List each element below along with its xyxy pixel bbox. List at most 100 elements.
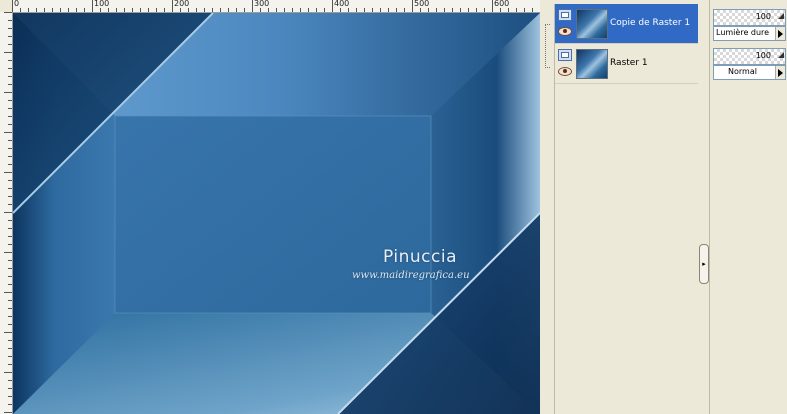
ruler-tick <box>196 8 197 12</box>
raster-layer-icon <box>558 49 572 61</box>
watermark-url: www.maidiregrafica.eu <box>352 270 470 281</box>
ruler-tick <box>8 156 12 157</box>
ruler-tick <box>380 8 381 12</box>
ruler-label: 600 <box>494 0 510 8</box>
ruler-tick <box>516 8 517 12</box>
ruler-tick <box>8 300 12 301</box>
ruler-label: 200 <box>174 0 190 8</box>
ruler-tick <box>4 292 12 293</box>
ruler-tick <box>428 8 429 12</box>
raster-layer-icon <box>558 9 572 21</box>
ruler-tick <box>300 8 301 12</box>
opacity-field-layer-1[interactable]: 100 <box>713 9 786 26</box>
ruler-tick <box>228 8 229 12</box>
ruler-tick <box>220 8 221 12</box>
ruler-tick <box>508 8 509 12</box>
ruler-tick <box>124 8 125 12</box>
layer-row-raster-1[interactable]: Raster 1 <box>555 44 698 84</box>
ruler-tick <box>308 8 309 12</box>
ruler-tick <box>524 8 525 12</box>
ruler-tick <box>8 68 12 69</box>
ruler-tick <box>372 8 373 12</box>
ruler-tick <box>396 8 397 12</box>
ruler-tick <box>8 36 12 37</box>
ruler-tick <box>4 252 12 253</box>
ruler-tick <box>164 8 165 12</box>
ruler-tick <box>452 8 453 12</box>
layer-row-copie-de-raster-1[interactable]: Copie de Raster 1 <box>555 4 698 44</box>
ruler-tick <box>4 412 12 413</box>
ruler-tick <box>108 8 109 12</box>
ruler-tick <box>8 388 12 389</box>
ruler-tick <box>268 8 269 12</box>
dropdown-arrow-icon[interactable] <box>775 66 785 79</box>
ruler-tick <box>8 364 12 365</box>
ruler-tick <box>8 284 12 285</box>
ruler-tick <box>4 332 12 333</box>
layer-thumbnail <box>576 49 608 79</box>
ruler-tick <box>8 100 12 101</box>
layer-name: Copie de Raster 1 <box>610 18 691 28</box>
eye-icon[interactable] <box>558 67 572 76</box>
ruler-tick <box>316 8 317 12</box>
ruler-tick <box>60 8 61 12</box>
opacity-value: 100 <box>755 12 771 21</box>
blend-mode-select-layer-2[interactable]: Normal <box>713 65 786 80</box>
opacity-field-layer-2[interactable]: 100 <box>713 48 786 65</box>
ruler-tick <box>8 76 12 77</box>
ruler-tick <box>404 8 405 12</box>
ruler-tick <box>8 356 12 357</box>
ruler-tick <box>8 404 12 405</box>
ruler-tick <box>236 8 237 12</box>
eye-icon[interactable] <box>558 27 572 36</box>
layer-properties-column: 100 Lumière dure 100 Normal <box>709 0 787 414</box>
ruler-tick <box>8 44 12 45</box>
ruler-tick <box>8 340 12 341</box>
ruler-tick <box>92 0 93 12</box>
ruler-tick <box>412 0 413 12</box>
ruler-tick <box>8 228 12 229</box>
ruler-tick <box>36 8 37 12</box>
spin-icon[interactable] <box>778 13 784 19</box>
image-canvas[interactable]: Pinuccia www.maidiregrafica.eu <box>13 13 540 414</box>
ruler-corner <box>0 0 12 12</box>
ruler-tick <box>492 0 493 12</box>
chevron-right-icon[interactable]: ▸ <box>699 244 709 284</box>
ruler-tick <box>532 8 533 12</box>
ruler-tick <box>4 172 12 173</box>
ruler-tick <box>292 8 293 12</box>
ruler-tick <box>44 8 45 12</box>
ruler-label: 300 <box>254 0 270 8</box>
watermark-title: Pinuccia <box>383 247 457 267</box>
layer-group-guide <box>545 24 550 68</box>
ruler-tick <box>212 8 213 12</box>
spin-icon[interactable] <box>778 52 784 58</box>
ruler-tick <box>68 8 69 12</box>
ruler-tick <box>356 8 357 12</box>
ruler-tick <box>500 8 501 12</box>
ruler-tick <box>204 8 205 12</box>
blend-mode-value: Lumière dure <box>716 28 770 37</box>
ruler-tick <box>76 8 77 12</box>
ruler-tick <box>8 196 12 197</box>
ruler-tick <box>244 8 245 12</box>
ruler-tick <box>8 316 12 317</box>
blend-mode-select-layer-1[interactable]: Lumière dure <box>713 26 786 41</box>
ruler-tick <box>476 8 477 12</box>
dropdown-arrow-icon[interactable] <box>775 27 785 40</box>
layers-palette: Copie de Raster 1 Raster 1 <box>554 4 698 414</box>
ruler-tick <box>364 8 365 12</box>
ruler-tick <box>8 348 12 349</box>
vertical-ruler <box>0 12 13 414</box>
ruler-tick <box>12 0 13 12</box>
ruler-tick <box>388 8 389 12</box>
ruler-tick <box>284 8 285 12</box>
ruler-tick <box>460 8 461 12</box>
ruler-tick <box>4 52 12 53</box>
ruler-tick <box>8 236 12 237</box>
ruler-tick <box>8 60 12 61</box>
ruler-tick <box>324 8 325 12</box>
ruler-tick <box>436 8 437 12</box>
ruler-tick <box>444 8 445 12</box>
horizontal-ruler: 0 100 200 300 400 500 600 <box>12 0 540 13</box>
